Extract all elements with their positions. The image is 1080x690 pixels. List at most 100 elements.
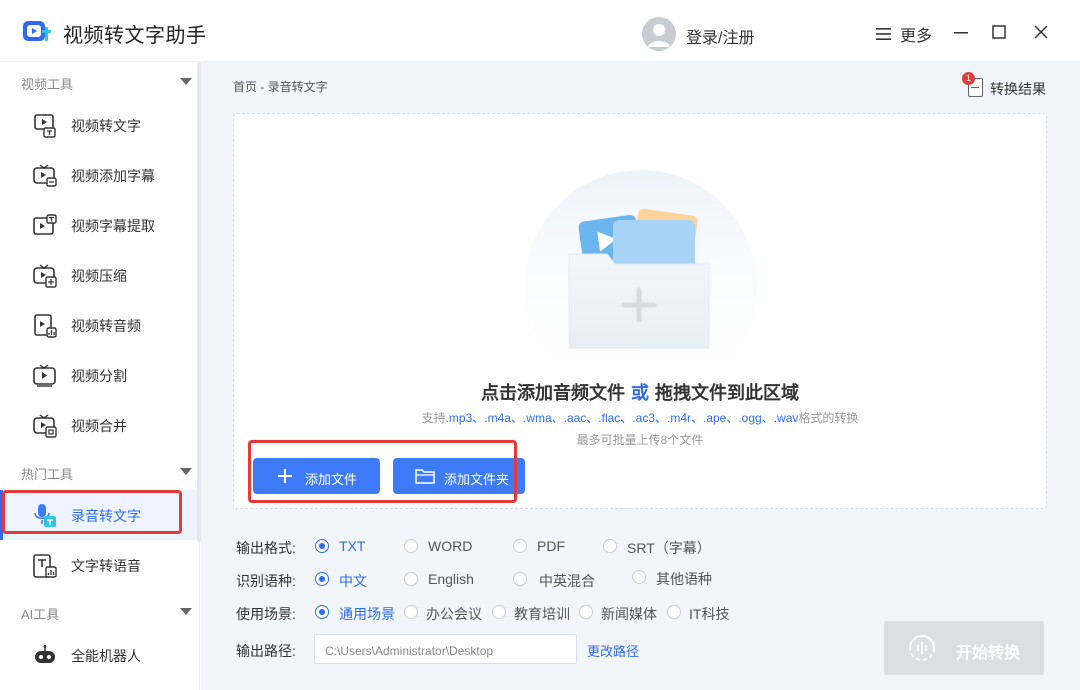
radio-scene-education[interactable] xyxy=(492,605,506,619)
radio-format-srt[interactable] xyxy=(603,539,617,553)
section-title-ai-tools: AI工具 xyxy=(21,607,60,622)
section-title-hot-tools: 热门工具 xyxy=(21,467,74,482)
sidebar-item-label: 录音转文字 xyxy=(71,508,141,524)
sidebar-item-label: 视频字幕提取 xyxy=(71,218,155,234)
conversion-results-label: 转换结果 xyxy=(990,81,1046,97)
language-label: 识别语种: xyxy=(236,573,296,589)
sidebar-item-text-to-speech[interactable]: 文字转语音 xyxy=(0,540,197,590)
dropzone-title: 点击添加音频文件或拖拽文件到此区域 xyxy=(233,379,1047,405)
output-format-label: 输出格式: xyxy=(236,540,296,556)
add-file-label: 添加文件 xyxy=(305,472,358,487)
more-label: 更多 xyxy=(900,28,933,45)
option-scene-it[interactable]: IT科技 xyxy=(689,604,729,624)
sidebar-item-video-compress[interactable]: 视频压缩 xyxy=(0,250,197,300)
sidebar-item-label: 视频压缩 xyxy=(71,268,127,284)
radio-lang-other[interactable] xyxy=(632,570,646,584)
option-format-txt[interactable]: TXT xyxy=(339,538,365,554)
text-to-speech-icon xyxy=(33,554,57,578)
radio-scene-it[interactable] xyxy=(667,605,681,619)
option-lang-other[interactable]: 其他语种 xyxy=(656,569,712,589)
radio-scene-general[interactable] xyxy=(315,605,329,619)
upload-limit-note: 最多可批量上传8个文件 xyxy=(576,433,704,447)
output-path-field[interactable]: C:\Users\Administrator\Desktop xyxy=(314,634,577,664)
change-path-link[interactable]: 更改路径 xyxy=(587,641,639,660)
avatar[interactable] xyxy=(642,17,676,51)
supported-formats: 支持.mp3、.m4a、.wma、.aac、.flac、.ac3、.m4r、.a… xyxy=(233,409,1047,426)
minimize-button[interactable] xyxy=(949,20,973,44)
user-icon xyxy=(648,24,670,47)
sidebar-item-label: 视频转音频 xyxy=(71,318,141,334)
sidebar-item-label: 视频转文字 xyxy=(71,118,141,134)
formats-prefix: 支持 xyxy=(421,411,446,425)
collapse-arrow-icon[interactable] xyxy=(180,468,192,475)
sidebar-item-ai-robot[interactable]: 全能机器人 xyxy=(0,630,197,680)
option-lang-mixed[interactable]: 中英混合 xyxy=(539,571,595,591)
collapse-arrow-icon[interactable] xyxy=(180,78,192,85)
radio-format-word[interactable] xyxy=(404,539,418,553)
radio-format-pdf[interactable] xyxy=(513,539,527,553)
formats-suffix: 格式的转换 xyxy=(798,411,859,425)
radio-scene-office[interactable] xyxy=(404,605,418,619)
radio-lang-chinese[interactable] xyxy=(315,572,329,586)
option-scene-education[interactable]: 教育培训 xyxy=(514,604,570,624)
sidebar-item-label: 视频分割 xyxy=(71,368,127,384)
sidebar-item-video-to-text[interactable]: 视频转文字 xyxy=(0,100,197,150)
video-merge-icon xyxy=(33,414,57,438)
sidebar-item-video-to-audio[interactable]: 视频转音频 xyxy=(0,300,197,350)
subtitle-extract-icon xyxy=(33,214,57,235)
add-folder-label: 添加文件夹 xyxy=(444,472,510,487)
add-file-button[interactable]: 添加文件 xyxy=(253,458,380,494)
video-to-audio-icon xyxy=(34,314,57,338)
tv-subtitle-icon xyxy=(33,164,57,187)
option-format-pdf[interactable]: PDF xyxy=(537,538,565,554)
radio-lang-mixed[interactable] xyxy=(513,572,527,586)
output-path-label: 输出路径: xyxy=(236,643,296,659)
sidebar-item-label: 视频合并 xyxy=(71,418,127,434)
sidebar-item-label: 视频添加字幕 xyxy=(71,168,155,184)
sidebar-item-video-split[interactable]: 视频分割 xyxy=(0,350,197,400)
audio-wave-icon xyxy=(909,635,935,661)
app-logo-icon xyxy=(23,21,51,41)
video-compress-icon xyxy=(33,264,57,288)
folder-icon xyxy=(415,469,435,484)
radio-lang-english[interactable] xyxy=(404,572,418,586)
video-split-icon xyxy=(33,364,56,387)
robot-icon xyxy=(35,645,55,663)
dropzone-title-or: 或 xyxy=(631,383,649,403)
option-format-word[interactable]: WORD xyxy=(428,538,472,554)
option-lang-chinese[interactable]: 中文 xyxy=(339,571,367,591)
formats-list: .mp3、.m4a、.wma、.aac、.flac、.ac3、.m4r、.ape… xyxy=(445,411,799,425)
scene-label: 使用场景: xyxy=(236,606,296,622)
add-folder-button[interactable]: 添加文件夹 xyxy=(393,458,525,494)
sidebar-item-label: 全能机器人 xyxy=(71,648,141,664)
video-to-text-icon xyxy=(34,114,56,138)
login-register-link[interactable]: 登录/注册 xyxy=(686,24,754,48)
title-bar: 视频转文字助手 登录/注册 更多 xyxy=(0,0,1080,62)
sidebar-item-add-subtitles[interactable]: 视频添加字幕 xyxy=(0,150,197,200)
active-indicator xyxy=(0,490,3,540)
dropzone-title-part2: 拖拽文件到此区域 xyxy=(655,383,799,403)
sidebar-item-video-merge[interactable]: 视频合并 xyxy=(0,400,197,450)
folder-upload-icon xyxy=(525,170,757,360)
radio-format-txt[interactable] xyxy=(315,539,329,553)
option-format-srt[interactable]: SRT（字幕） xyxy=(627,538,711,558)
collapse-arrow-icon[interactable] xyxy=(180,608,192,615)
dropzone-title-part1: 点击添加音频文件 xyxy=(481,383,625,403)
option-scene-news[interactable]: 新闻媒体 xyxy=(601,604,657,624)
start-convert-label: 开始转换 xyxy=(956,645,1021,662)
option-scene-general[interactable]: 通用场景 xyxy=(339,604,395,624)
plus-icon xyxy=(278,469,292,483)
sidebar-item-audio-to-text[interactable]: 录音转文字 xyxy=(0,490,197,540)
hamburger-menu-icon xyxy=(876,28,891,40)
option-scene-office[interactable]: 办公会议 xyxy=(426,604,482,624)
start-convert-button[interactable]: 开始转换 xyxy=(884,621,1044,675)
section-title-video-tools: 视频工具 xyxy=(21,77,74,92)
sidebar-item-subtitle-extract[interactable]: 视频字幕提取 xyxy=(0,200,197,250)
radio-scene-news[interactable] xyxy=(579,605,593,619)
breadcrumb: 首页 - 录音转文字 xyxy=(233,80,328,94)
microphone-text-icon xyxy=(34,504,56,527)
close-button[interactable] xyxy=(1029,20,1053,44)
option-lang-english[interactable]: English xyxy=(428,571,474,587)
maximize-button[interactable] xyxy=(987,20,1011,44)
more-menu-button[interactable]: 更多 xyxy=(876,22,932,46)
